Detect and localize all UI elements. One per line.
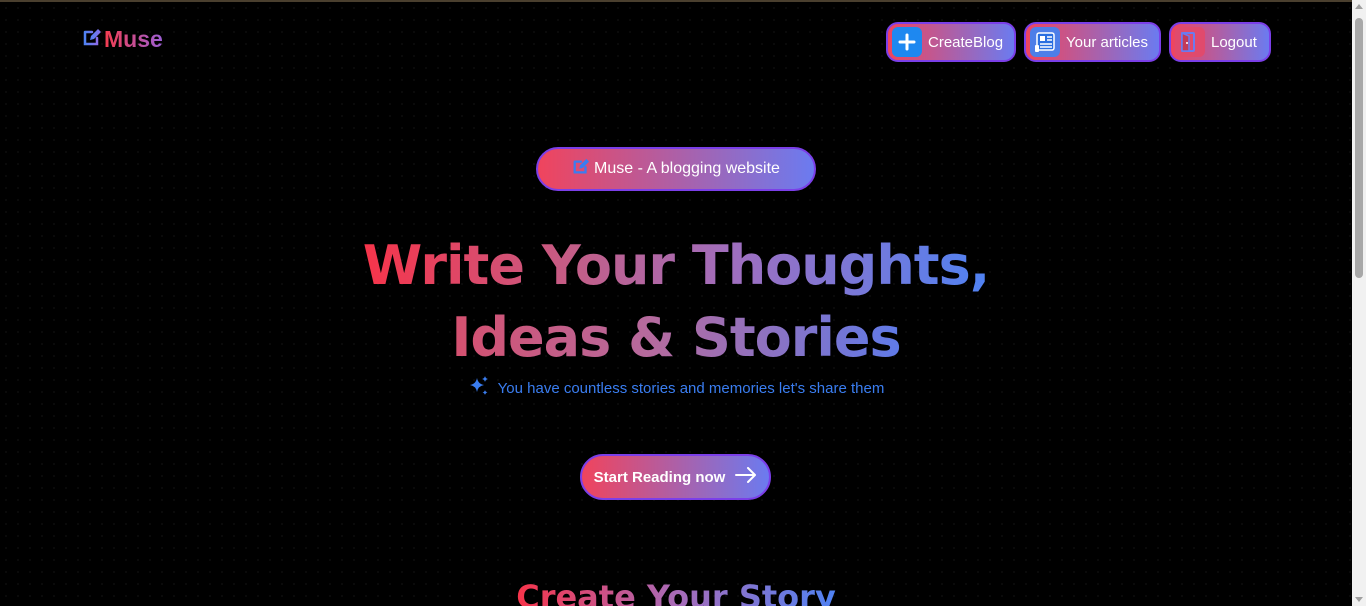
pen-square-icon [572,158,590,181]
pen-square-icon [82,28,102,52]
scrollbar-thumb[interactable] [1355,18,1363,278]
brand-name: Muse [104,26,163,52]
top-nav: CreateBlog Your articles Logout [886,22,1271,62]
plus-icon [892,27,922,57]
scroll-up-arrow-icon[interactable] [1355,4,1363,9]
scroll-down-arrow-icon[interactable] [1355,597,1363,602]
tagline-text: You have countless stories and memories … [497,379,885,397]
newspaper-icon [1030,27,1060,57]
start-reading-label: Start Reading now [593,468,726,486]
headline-line-1: Write Your Thoughts, [362,234,990,297]
hero-headline: Write Your Thoughts, Ideas & Stories [0,230,1352,374]
vertical-scrollbar[interactable] [1352,0,1366,606]
start-reading-button[interactable]: Start Reading now [580,454,771,500]
logout-door-icon [1175,27,1205,57]
create-blog-label: CreateBlog [928,33,1004,51]
your-articles-button[interactable]: Your articles [1024,22,1161,62]
your-articles-label: Your articles [1066,33,1148,51]
sparkles-icon [468,375,490,401]
site-badge-label: Muse - A blogging website [594,160,780,177]
arrow-right-icon [735,467,757,487]
page: Muse CreateBlog Your articles Logout Mus… [0,2,1352,606]
logout-label: Logout [1211,33,1257,51]
headline-line-2: Ideas & Stories [451,306,901,369]
logout-button[interactable]: Logout [1169,22,1271,62]
site-badge: Muse - A blogging website [536,147,816,191]
section-title: Create Your Story [0,578,1352,606]
create-blog-button[interactable]: CreateBlog [886,22,1016,62]
section-title-text: Create Your Story [516,578,836,606]
brand-logo[interactable]: Muse [82,26,163,53]
hero-tagline: You have countless stories and memories … [0,375,1352,401]
